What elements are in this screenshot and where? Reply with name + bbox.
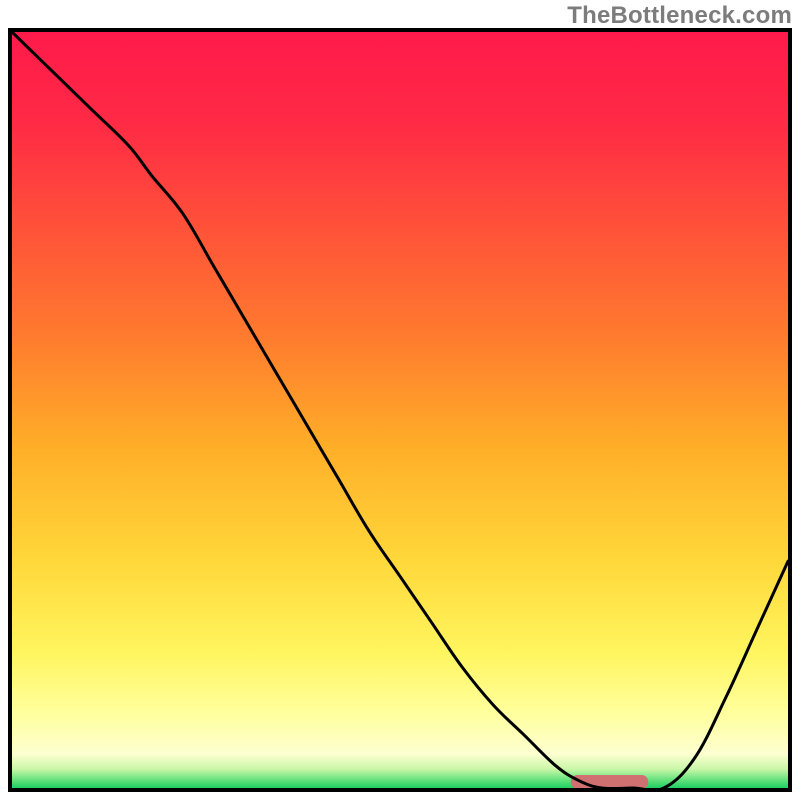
watermark-text: TheBottleneck.com xyxy=(567,2,792,30)
bottleneck-chart xyxy=(12,32,788,788)
plot-area xyxy=(8,28,792,792)
chart-frame: TheBottleneck.com xyxy=(0,0,800,800)
